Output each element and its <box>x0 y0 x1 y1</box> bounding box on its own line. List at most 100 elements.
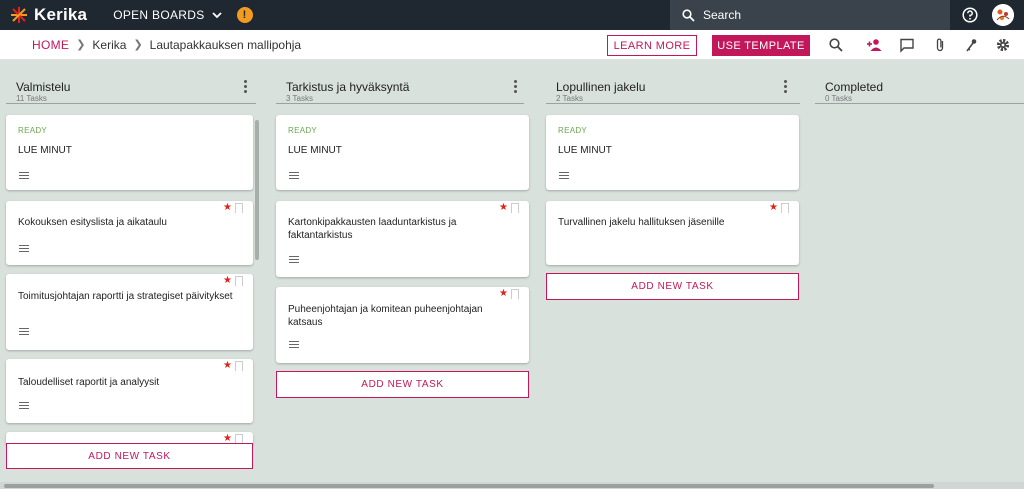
column-lopullinen-jakelu: Lopullinen jakelu 2 Tasks <box>546 60 800 104</box>
column-menu-icon[interactable] <box>244 80 248 94</box>
description-icon <box>19 328 29 336</box>
star-icon: ★ <box>769 202 778 213</box>
task-card[interactable]: READY LUE MINUT <box>546 115 799 190</box>
star-icon: ★ <box>223 275 232 286</box>
star-icon: ★ <box>223 202 232 213</box>
task-title: Puheenjohtajan ja komitean puheenjohtaja… <box>288 304 483 328</box>
open-boards-label: OPEN BOARDS <box>113 8 205 22</box>
chevron-down-icon <box>211 12 222 19</box>
task-title: LUE MINUT <box>558 145 612 156</box>
help-icon[interactable] <box>962 7 978 23</box>
task-title: Kartonkipakkausten laaduntarkistus ja fa… <box>288 217 457 241</box>
priority-flag: ★ <box>769 203 789 213</box>
attachment-icon[interactable] <box>932 37 948 53</box>
task-card[interactable]: READY LUE MINUT <box>6 115 253 190</box>
priority-flag: ★ <box>223 361 243 371</box>
task-card[interactable]: ★ Taloudelliset raportit ja analyysit <box>6 359 253 423</box>
column-menu-icon[interactable] <box>514 80 518 94</box>
column-task-count: 0 Tasks <box>825 94 852 103</box>
task-status: READY <box>18 126 48 135</box>
task-title: Toimitusjohtajan raportti ja strategiset… <box>18 291 233 302</box>
bookmark-icon[interactable] <box>235 361 243 371</box>
priority-flag: ★ <box>499 203 519 213</box>
add-new-task-button[interactable]: ADD NEW TASK <box>6 443 253 469</box>
board-horizontal-scrollbar[interactable] <box>4 484 934 488</box>
description-icon <box>289 256 299 264</box>
task-title: LUE MINUT <box>18 145 72 156</box>
star-icon: ★ <box>223 360 232 371</box>
star-icon: ★ <box>499 288 508 299</box>
description-icon <box>19 172 29 180</box>
add-person-icon[interactable] <box>866 37 882 53</box>
search-icon[interactable] <box>828 37 844 53</box>
add-new-task-button[interactable]: ADD NEW TASK <box>546 273 799 300</box>
task-title: Taloudelliset raportit ja analyysit <box>18 377 160 388</box>
key-icon[interactable] <box>963 37 979 53</box>
learn-more-button[interactable]: LEARN MORE <box>607 35 697 56</box>
column-title: Completed <box>825 80 884 94</box>
description-icon <box>19 402 29 410</box>
task-title: LUE MINUT <box>288 145 342 156</box>
column-tarkistus: Tarkistus ja hyväksyntä 3 Tasks <box>276 60 524 104</box>
column-task-count: 3 Tasks <box>286 94 313 103</box>
chevron-right-icon: ❯ <box>133 39 143 51</box>
chevron-right-icon: ❯ <box>76 39 86 51</box>
breadcrumb-board: Lautapakkauksen mallipohja <box>149 37 302 52</box>
top-bar: Kerika OPEN BOARDS ! Search <box>0 0 1024 30</box>
search-icon <box>682 8 695 22</box>
task-status: READY <box>288 126 318 135</box>
priority-flag: ★ <box>499 289 519 299</box>
column-header: Completed 0 Tasks <box>815 60 1024 104</box>
use-template-button[interactable]: USE TEMPLATE <box>712 35 810 56</box>
task-card[interactable]: ★ Toimitusjohtajan raportti ja strategis… <box>6 274 253 350</box>
bookmark-icon[interactable] <box>511 203 519 213</box>
star-icon: ★ <box>499 202 508 213</box>
column-scrollbar[interactable] <box>255 120 259 260</box>
column-title: Valmistelu <box>16 80 71 94</box>
description-icon <box>559 172 569 180</box>
search-bar[interactable]: Search <box>670 0 950 30</box>
bookmark-icon[interactable] <box>235 203 243 213</box>
breadcrumb: HOME ❯ Kerika ❯ Lautapakkauksen mallipoh… <box>32 38 301 52</box>
add-new-task-button[interactable]: ADD NEW TASK <box>276 371 529 398</box>
search-input[interactable]: Search <box>703 8 741 22</box>
column-header: Valmistelu 11 Tasks <box>6 60 256 104</box>
priority-flag: ★ <box>223 203 243 213</box>
column-task-count: 2 Tasks <box>556 94 583 103</box>
task-card[interactable]: ★ Kartonkipakkausten laaduntarkistus ja … <box>276 201 529 277</box>
column-header: Tarkistus ja hyväksyntä 3 Tasks <box>276 60 524 104</box>
description-icon <box>289 341 299 349</box>
description-icon <box>289 172 299 180</box>
avatar-image-icon <box>992 4 1014 26</box>
task-card[interactable]: ★ Kokouksen esityslista ja aikataulu <box>6 201 253 265</box>
column-task-count: 11 Tasks <box>16 94 47 103</box>
board-header: HOME ❯ Kerika ❯ Lautapakkauksen mallipoh… <box>0 30 1024 60</box>
task-card[interactable]: ★ Turvallinen jakelu hallituksen jäsenil… <box>546 201 799 265</box>
column-header: Lopullinen jakelu 2 Tasks <box>546 60 800 104</box>
breadcrumb-org[interactable]: Kerika <box>92 38 126 52</box>
logo-text: Kerika <box>34 5 88 24</box>
kerika-logo[interactable]: Kerika <box>10 5 87 25</box>
column-completed: Completed 0 Tasks <box>815 60 1024 104</box>
task-card[interactable]: READY LUE MINUT <box>276 115 529 190</box>
kerika-logo-icon <box>11 7 27 23</box>
column-menu-icon[interactable] <box>784 80 788 94</box>
task-status: READY <box>558 126 588 135</box>
priority-flag: ★ <box>223 276 243 286</box>
task-card[interactable]: ★ Puheenjohtajan ja komitean puheenjohta… <box>276 287 529 363</box>
open-boards-menu[interactable]: OPEN BOARDS <box>113 8 222 22</box>
column-valmistelu: Valmistelu 11 Tasks <box>6 60 256 104</box>
bookmark-icon[interactable] <box>511 289 519 299</box>
bookmark-icon[interactable] <box>235 276 243 286</box>
task-title: Turvallinen jakelu hallituksen jäsenille <box>558 217 725 228</box>
gear-icon[interactable] <box>995 37 1011 53</box>
breadcrumb-home[interactable]: HOME <box>32 38 69 52</box>
description-icon <box>19 245 29 253</box>
user-avatar[interactable] <box>992 4 1014 26</box>
column-title: Lopullinen jakelu <box>556 80 646 94</box>
chat-icon[interactable] <box>899 37 915 53</box>
task-title: Kokouksen esityslista ja aikataulu <box>18 217 167 228</box>
column-title: Tarkistus ja hyväksyntä <box>286 80 410 94</box>
notification-icon[interactable]: ! <box>236 7 253 23</box>
bookmark-icon[interactable] <box>781 203 789 213</box>
